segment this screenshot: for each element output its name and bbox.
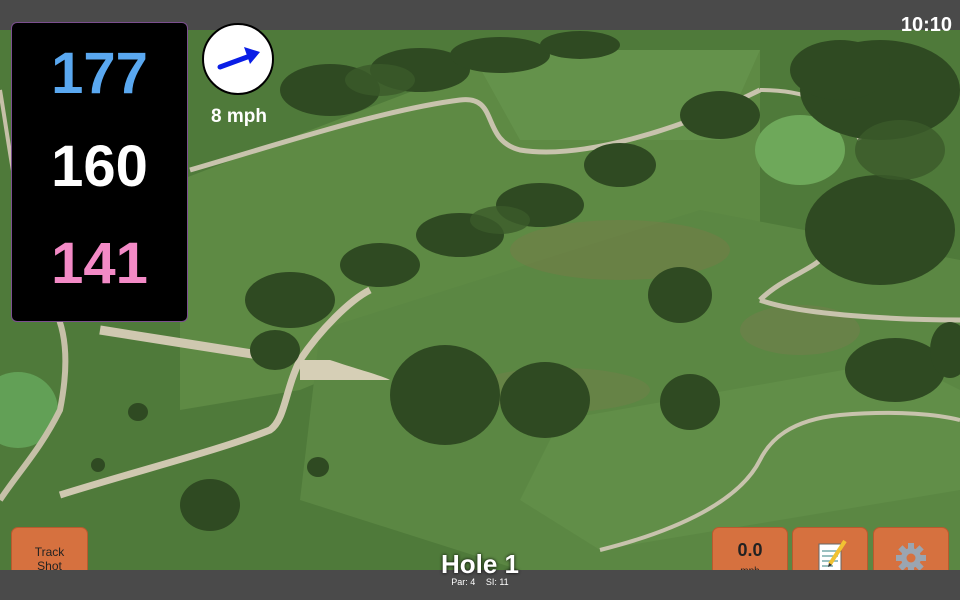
hole-title: Hole 1 bbox=[440, 549, 520, 579]
wind-indicator bbox=[202, 23, 274, 95]
distance-front: 141 bbox=[51, 231, 148, 296]
wind-direction-arrow-icon bbox=[217, 47, 260, 70]
track-shot-label-line1: Track bbox=[34, 545, 65, 559]
distance-back: 177 bbox=[51, 41, 148, 106]
distance-panel: 177 160 141 bbox=[11, 22, 188, 322]
speed-value: 0.0 bbox=[737, 540, 763, 560]
hole-info: Par: 4 SI: 11 bbox=[380, 577, 580, 587]
wind-speed-label: 8 mph bbox=[211, 106, 267, 127]
hole-stroke-index: SI: 11 bbox=[485, 577, 509, 587]
clock: 10:10 bbox=[900, 14, 952, 36]
hole-par: Par: 4 bbox=[451, 577, 476, 587]
distance-middle: 160 bbox=[51, 134, 148, 199]
